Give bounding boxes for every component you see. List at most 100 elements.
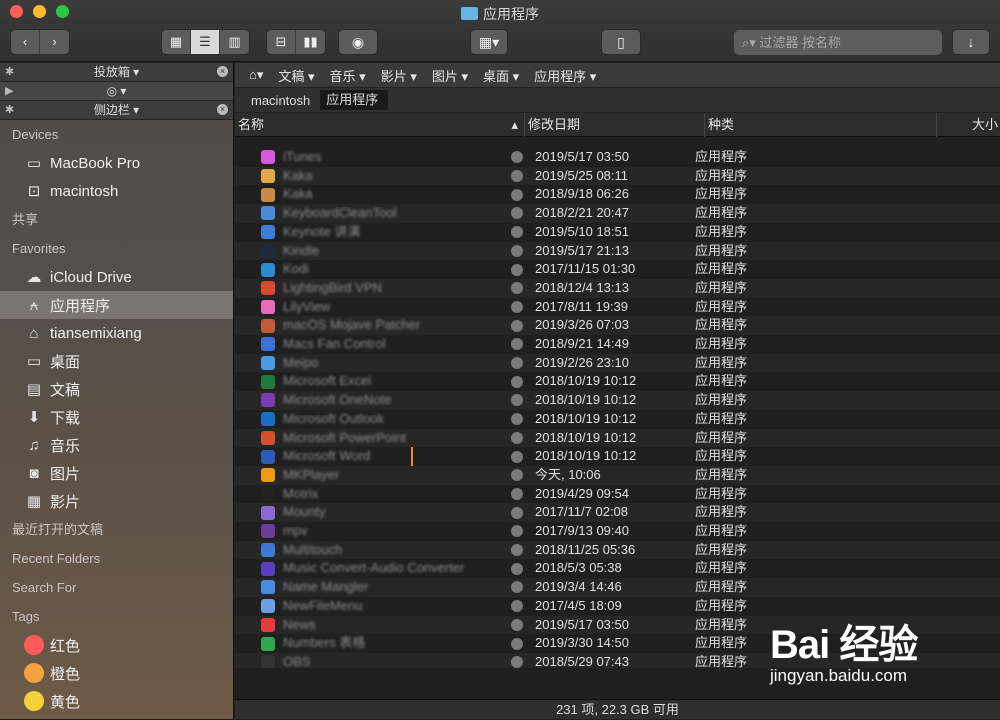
sidebar-item-movies[interactable]: ▦ 影片 [0,487,233,515]
breadcrumb-root[interactable]: macintosh [245,93,320,108]
table-row[interactable]: Multitouch 2018/11/25 05:36 应用程序 [235,540,1000,560]
sidebar-pane-bar[interactable]: ✱ 侧边栏 ▾ × [0,101,233,120]
table-row[interactable]: macOS Mojave Patcher 2019/3/26 07:03 应用程序 [235,316,1000,335]
column-size[interactable]: 大小 [937,113,1000,137]
spinner-icon [511,487,523,500]
column-name[interactable]: 名称 ▴ [235,113,525,137]
sidebar-item-recent-docs[interactable]: 最近打开的文稿 [0,515,233,544]
cell-date: 2018/11/25 05:36 [507,541,687,560]
list-view-icon[interactable]: ☰ [191,30,220,54]
cell-name: mpv [235,522,507,541]
arrange-menu-icon[interactable]: ▦▾ [470,29,508,55]
sidebar-item-tag-red[interactable]: 红色 [0,631,233,659]
column-date[interactable]: 修改日期 [525,113,705,137]
dual-pane-icon[interactable]: ▮▮ [296,30,325,54]
sidebar-item-desktop[interactable]: ▭ 桌面 [0,347,233,375]
favbar-label: 影片 [380,68,407,84]
table-row[interactable]: Name Mangler 2019/3/4 14:46 应用程序 [235,578,1000,597]
date-text: 2018/10/19 10:12 [535,410,637,426]
table-row[interactable]: Microsoft PowerPoint 2018/10/19 10:12 应用程序 [235,428,1000,448]
favbar-item-applications[interactable]: 应用程序 ▾ [534,66,596,85]
spinner-icon [511,656,523,668]
sidebar-item-applications[interactable]: ⍲ 应用程序 [0,291,233,319]
sidebar-item-macintosh[interactable]: ⊡ macintosh [0,177,233,205]
home-icon[interactable]: ⌂▾ [249,67,263,83]
favbar-item-desktop[interactable]: 桌面 ▾ [483,66,519,85]
favbar-item-movies[interactable]: 影片 ▾ [381,66,417,85]
table-row[interactable]: Meipo 2019/2/26 23:10 应用程序 [235,353,1000,373]
forward-button[interactable]: › [40,30,69,54]
table-row[interactable]: Microsoft Excel 2018/10/19 10:12 应用程序 [235,372,1000,391]
settings-disc-icon[interactable]: ◎ ▾ [107,84,127,98]
table-row[interactable]: Kodi 2017/11/15 01:30 应用程序 [235,260,1000,279]
devices-header: Devices [12,127,59,142]
sidebar-item-documents[interactable]: ▤ 文稿 [0,375,233,403]
play-icon[interactable]: ▶ [5,82,13,101]
close-icon[interactable]: × [217,104,228,115]
cell-name: Kodi [235,260,507,279]
table-row[interactable]: Microsoft OneNote 2018/10/19 10:12 应用程序 [235,391,1000,410]
table-row[interactable]: Mounty 2017/11/7 02:08 应用程序 [235,503,1000,522]
table-row[interactable]: Kaka 2018/9/18 06:26 应用程序 [235,185,1000,204]
gear-icon[interactable]: ✱ [5,101,14,120]
icon-view-icon[interactable]: ▦ [162,30,191,54]
sidebar-item-music[interactable]: ♫ 音乐 [0,431,233,459]
table-row[interactable]: KeyboardCleanTool 2018/2/21 20:47 应用程序 [235,204,1000,223]
breadcrumb-current[interactable]: 应用程序 [320,90,389,110]
cell-name: Microsoft PowerPoint [235,429,507,448]
sidebar-item-icloud[interactable]: ☁ iCloud Drive [0,263,233,291]
cell-kind: 应用程序 [695,354,748,370]
table-row[interactable]: Music Convert-Audio Converter 2018/5/3 05… [235,559,1000,578]
column-view-icon[interactable]: ▥ [220,30,249,54]
table-row[interactable]: LightingBird VPN 2018/12/4 13:13 应用程序 [235,278,1000,298]
favbar-item-pictures[interactable]: 图片 ▾ [432,66,468,85]
cell-kind: 应用程序 [695,298,748,314]
favbar-item-documents[interactable]: 文稿 ▾ [278,66,314,85]
new-document-icon[interactable]: ▯ [601,29,641,55]
spinner-icon [511,375,523,388]
app-name: Microsoft Word [283,448,371,464]
sidebar-item-downloads[interactable]: ⬇ 下载 [0,403,233,431]
dropbox-pane-bar[interactable]: ✱ 投放箱 ▾ × [0,63,233,82]
table-row[interactable]: Macs Fan Control 2018/9/21 14:49 应用程序 [235,335,1000,354]
app-name: LilyView [283,298,331,314]
table-row[interactable]: iTunes 2019/5/17 03:50 应用程序 [235,148,1000,167]
sidebar-item-home[interactable]: ⌂ tiansemixiang [0,319,233,347]
spinner-icon [511,506,523,519]
cell-name: Macs Fan Control [235,335,507,354]
sidebar-item-pictures[interactable]: ◙ 图片 [0,459,233,487]
table-row[interactable]: Motrix 2019/4/29 09:54 应用程序 [235,485,1000,504]
spinner-icon [511,544,523,557]
table-row[interactable]: Kindle 2019/5/17 21:13 应用程序 [235,241,1000,261]
sidebar-item-tag-orange[interactable]: 橙色 [0,659,233,687]
close-icon[interactable]: × [217,66,228,77]
cell-kind: 应用程序 [695,410,748,426]
quicklook-eye-icon[interactable]: ◉ [338,29,378,55]
table-row[interactable]: MKPlayer 今天, 10:06 应用程序 [235,465,1000,485]
app-name: Meipo [283,354,319,370]
sidebar-item-label: 橙色 [50,665,81,683]
sidebar-item-label: iCloud Drive [50,268,132,286]
sidebar-item-search-for[interactable]: Search For [0,573,233,602]
table-row[interactable]: mpv 2017/9/13 09:40 应用程序 [235,522,1000,541]
gear-icon[interactable]: ✱ [5,63,14,82]
app-icon [261,505,275,520]
sidebar-item-label: 黄色 [50,693,81,711]
table-row[interactable]: Keynote 讲演 2019/5/10 18:51 应用程序 [235,223,1000,242]
date-text: 2019/2/26 23:10 [535,354,629,370]
back-button[interactable]: ‹ [11,30,40,54]
download-button[interactable]: ↓ [952,29,990,55]
coverflow-icon[interactable]: ⊟ [267,30,296,54]
sidebar-item-macbook-pro[interactable]: ▭ MacBook Pro [0,149,233,177]
date-text: 2019/5/17 21:13 [535,242,629,258]
table-row[interactable]: Microsoft Outlook 2018/10/19 10:12 应用程序 [235,410,1000,429]
table-row[interactable]: LilyView 2017/8/11 19:39 应用程序 [235,298,1000,317]
sidebar-item-tag-yellow[interactable]: 黄色 [0,687,233,715]
column-kind[interactable]: 种类 [705,113,937,137]
table-row[interactable]: Kaka 2019/5/25 08:11 应用程序 [235,166,1000,186]
table-row[interactable]: Microsoft Word 2018/10/19 10:12 应用程序 [235,447,1000,466]
sidebar-item-recent-folders[interactable]: Recent Folders [0,544,233,573]
favbar-item-music[interactable]: 音乐 ▾ [330,66,366,85]
cell-name: Multitouch [235,541,507,560]
search-input[interactable]: ⌕▾ 过滤器 按名称 [734,30,942,55]
